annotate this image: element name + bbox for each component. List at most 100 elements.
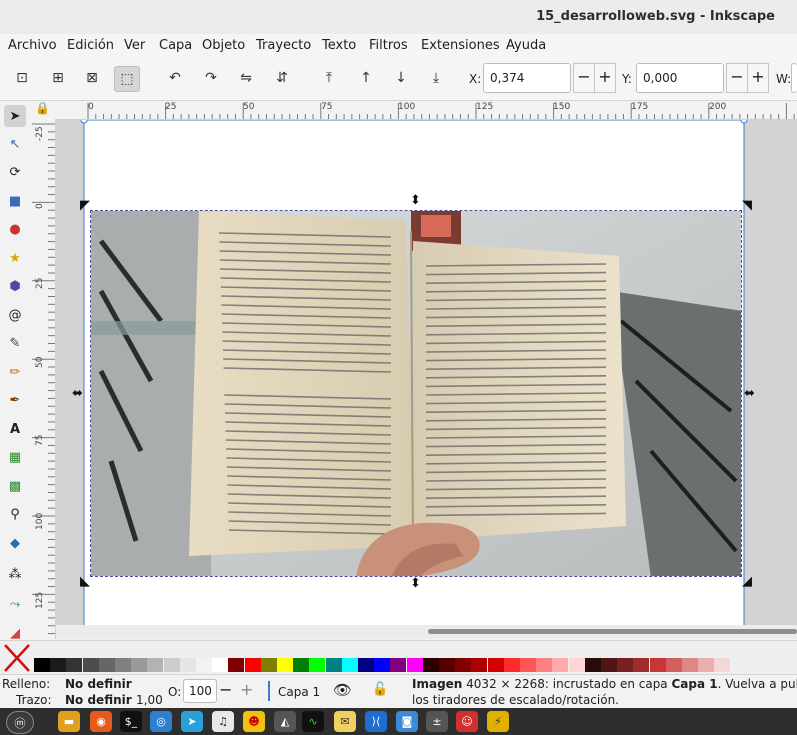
palette-swatch[interactable] — [390, 658, 407, 672]
lower-to-bottom-icon[interactable]: ⤓ — [424, 66, 448, 90]
select-same-icon[interactable]: ⊠ — [80, 66, 104, 90]
palette-swatch[interactable] — [325, 658, 342, 672]
mint-menu-icon[interactable]: ⓜ — [6, 711, 34, 734]
palette-swatch[interactable] — [698, 658, 715, 672]
palette-swatch[interactable] — [82, 658, 99, 672]
palette-swatch[interactable] — [163, 658, 180, 672]
spray-tool-icon[interactable]: ⁂ — [4, 563, 26, 585]
y-increment-button[interactable]: + — [747, 63, 769, 93]
scale-handle-right[interactable]: ⬌ — [744, 386, 755, 401]
palette-swatch[interactable] — [584, 658, 601, 672]
w-field[interactable] — [791, 63, 797, 93]
touch-select-icon[interactable]: ⬚ — [114, 66, 140, 92]
notes-icon[interactable]: ✉ — [334, 711, 356, 732]
palette-swatch[interactable] — [439, 658, 455, 672]
palette-swatch[interactable] — [487, 658, 504, 672]
palette-swatch[interactable] — [536, 658, 553, 672]
vertical-ruler[interactable]: -25 0 25 50 75 100 125 — [30, 119, 56, 639]
opacity-increment-button[interactable]: + — [240, 680, 253, 699]
palette-swatch[interactable] — [341, 658, 358, 672]
visibility-eye-icon[interactable]: 👁 — [333, 681, 352, 699]
palette-swatch[interactable] — [455, 658, 472, 672]
palette-swatch[interactable] — [374, 658, 391, 672]
telegram-icon[interactable]: ➤ — [181, 711, 203, 732]
connector-tool-icon[interactable]: ⤳ — [4, 593, 26, 615]
x-field[interactable]: 0,374 — [483, 63, 571, 93]
inkscape-icon[interactable]: ◭ — [274, 711, 296, 732]
menu-ayuda[interactable]: Ayuda — [506, 38, 546, 53]
palette-swatch[interactable] — [228, 658, 245, 672]
text-tool-icon[interactable]: A — [4, 418, 26, 440]
y-decrement-button[interactable]: − — [726, 63, 748, 93]
menu-extensiones[interactable]: Extensiones — [421, 38, 500, 53]
stroke-value[interactable]: No definir — [65, 693, 132, 707]
scale-handle-bottom[interactable]: ⬍ — [410, 576, 421, 591]
palette-swatch[interactable] — [131, 658, 148, 672]
palette-swatch[interactable] — [406, 658, 423, 672]
current-layer[interactable]: Capa 1 — [278, 685, 320, 699]
screenshot-icon[interactable]: ◙ — [396, 711, 418, 732]
pencil-tool-icon[interactable]: ✏ — [4, 361, 26, 383]
gradient-tool-icon[interactable]: ▦ — [4, 446, 26, 468]
scrollbar-thumb[interactable] — [428, 629, 797, 634]
fill-value[interactable]: No definir — [65, 677, 132, 691]
scale-handle-top-left[interactable]: ◤ — [80, 198, 90, 213]
menu-capa[interactable]: Capa — [159, 38, 192, 53]
game-icon[interactable]: ☻ — [243, 711, 265, 732]
palette-swatch[interactable] — [115, 658, 131, 672]
menu-edicion[interactable]: Edición — [67, 38, 114, 53]
embedded-image[interactable] — [90, 210, 742, 577]
raise-to-top-icon[interactable]: ⤒ — [317, 66, 341, 90]
palette-swatch[interactable] — [471, 658, 488, 672]
x-increment-button[interactable]: + — [594, 63, 616, 93]
music-icon[interactable]: ♫ — [212, 711, 234, 732]
mesh-tool-icon[interactable]: ▩ — [4, 475, 26, 497]
star-tool-icon[interactable]: ★ — [4, 247, 26, 269]
flip-horizontal-icon[interactable]: ⇋ — [234, 66, 258, 90]
palette-swatch[interactable] — [244, 658, 261, 672]
canvas[interactable]: ◤ ⬍ ◥ ⬌ ⬌ ◣ ⬍ ◢ — [56, 120, 797, 625]
vscode-icon[interactable]: ⟩⟨ — [365, 711, 387, 732]
scale-handle-top-right[interactable]: ◥ — [742, 198, 752, 213]
spiral-tool-icon[interactable]: @ — [4, 304, 26, 326]
palette-swatch[interactable] — [277, 658, 293, 672]
opacity-decrement-button[interactable]: − — [219, 680, 232, 699]
scale-handle-left[interactable]: ⬌ — [72, 386, 83, 401]
palette-swatch[interactable] — [34, 658, 50, 672]
menu-filtros[interactable]: Filtros — [369, 38, 408, 53]
files-icon[interactable]: ▬ — [58, 711, 80, 732]
palette-swatch[interactable] — [633, 658, 650, 672]
palette-swatch[interactable] — [50, 658, 67, 672]
palette-swatch[interactable] — [293, 658, 310, 672]
palette-swatch[interactable] — [568, 658, 585, 672]
palette-swatch[interactable] — [309, 658, 326, 672]
terminal-icon[interactable]: $_ — [120, 711, 142, 732]
calculator-icon[interactable]: ± — [426, 711, 448, 732]
menu-texto[interactable]: Texto — [322, 38, 356, 53]
rectangle-tool-icon[interactable]: ■ — [4, 190, 26, 212]
menu-archivo[interactable]: Archivo — [8, 38, 57, 53]
horizontal-scrollbar[interactable] — [56, 625, 797, 639]
select-all-icon[interactable]: ⊡ — [10, 66, 34, 90]
paint-bucket-tool-icon[interactable]: ◆ — [4, 532, 26, 554]
palette-swatch[interactable] — [552, 658, 569, 672]
menu-ver[interactable]: Ver — [124, 38, 145, 53]
palette-swatch[interactable] — [66, 658, 83, 672]
system-monitor-icon[interactable]: ∿ — [302, 711, 324, 732]
horizontal-ruler[interactable]: 0 25 50 75 100 125 150 175 200 — [55, 101, 797, 120]
flip-vertical-icon[interactable]: ⇵ — [270, 66, 294, 90]
palette-swatch[interactable] — [212, 658, 229, 672]
rotate-cw-icon[interactable]: ↷ — [199, 66, 223, 90]
tweak-tool-icon[interactable]: ⟳ — [4, 161, 26, 183]
image-viewer-icon[interactable]: ☺ — [456, 711, 478, 732]
3d-box-tool-icon[interactable]: ⬢ — [4, 275, 26, 297]
ellipse-tool-icon[interactable]: ● — [4, 218, 26, 240]
menu-objeto[interactable]: Objeto — [202, 38, 245, 53]
dropper-tool-icon[interactable]: ⚲ — [4, 503, 26, 525]
scale-handle-top[interactable]: ⬍ — [410, 193, 421, 208]
selector-tool-icon[interactable]: ➤ — [4, 105, 26, 127]
stroke-width-value[interactable]: 1,00 — [136, 693, 163, 707]
palette-swatch[interactable] — [601, 658, 617, 672]
layer-lock-icon[interactable]: 🔓 — [372, 682, 388, 697]
y-field[interactable]: 0,000 — [636, 63, 724, 93]
